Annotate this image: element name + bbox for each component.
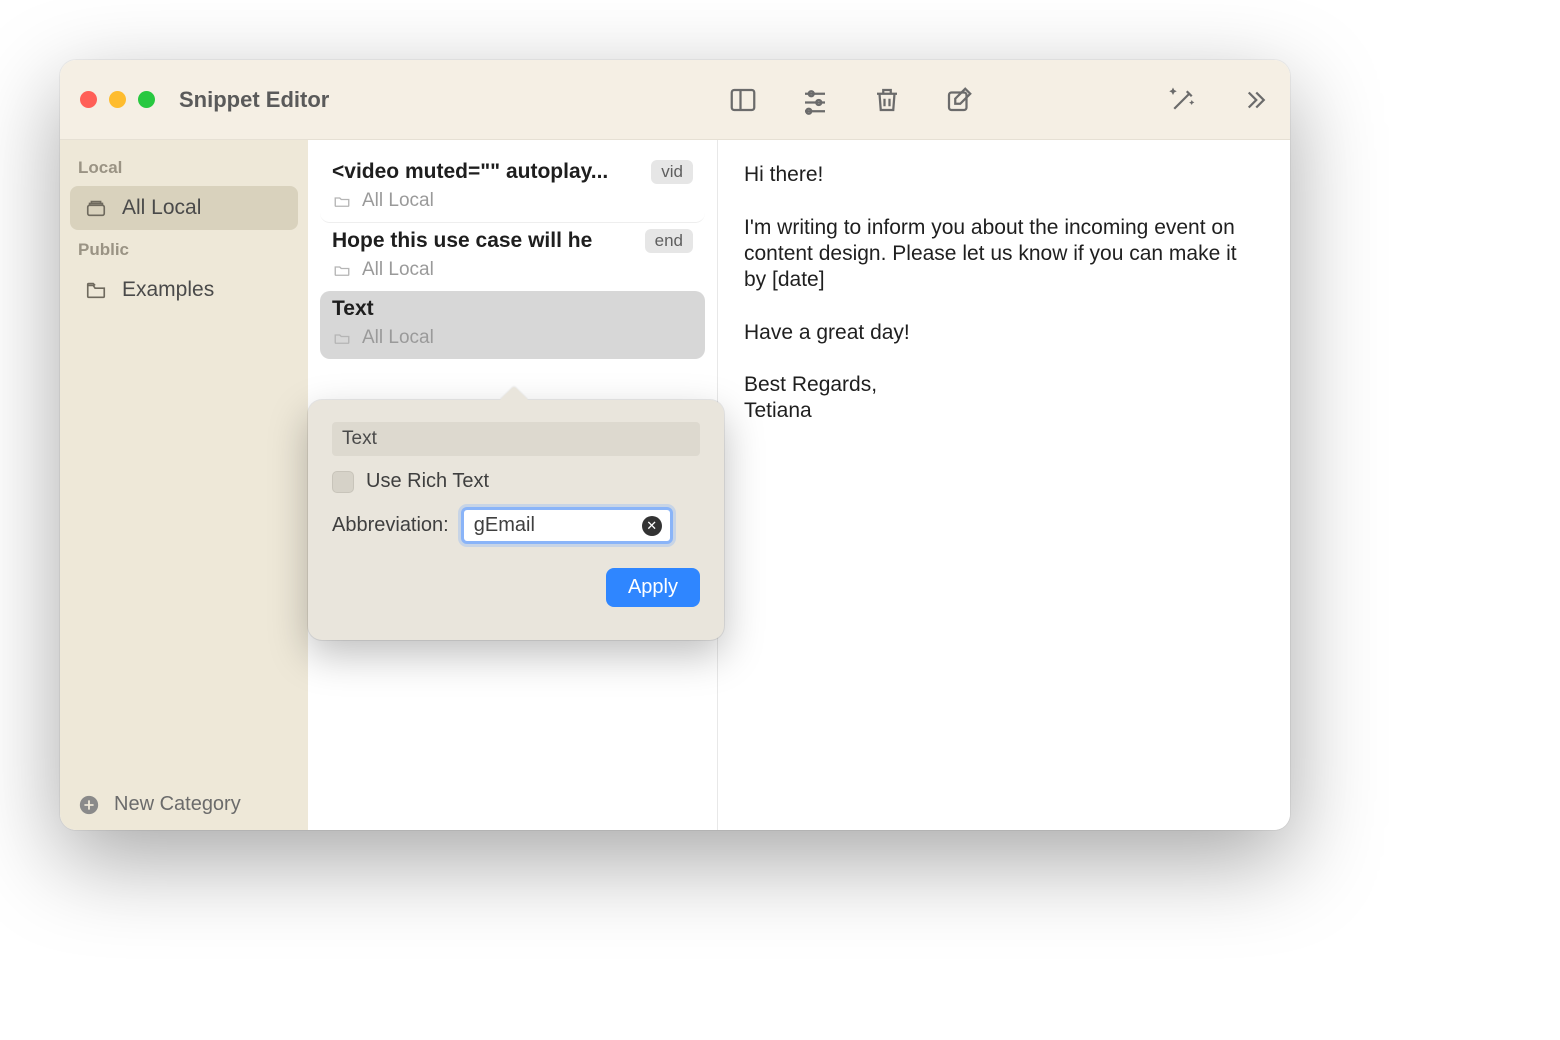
snippet-folder: All Local	[362, 259, 434, 281]
sidebar-item-all-local[interactable]: All Local	[70, 186, 298, 230]
edit-popover: Text Use Rich Text Abbreviation: gEmail …	[308, 400, 724, 640]
snippet-item[interactable]: <video muted="" autoplay... vid All Loca…	[320, 154, 705, 223]
snippet-name-input[interactable]: Text	[332, 422, 700, 456]
window-controls	[80, 91, 155, 108]
snippet-list: <video muted="" autoplay... vid All Loca…	[308, 140, 718, 830]
rich-text-row[interactable]: Use Rich Text	[332, 470, 700, 493]
folder-icon	[332, 329, 352, 347]
fullscreen-window-button[interactable]	[138, 91, 155, 108]
snippet-preview[interactable]: Hi there! I'm writing to inform you abou…	[718, 140, 1290, 830]
new-category-button[interactable]: New Category	[60, 779, 308, 830]
toolbar	[728, 85, 1270, 115]
stack-icon	[84, 197, 108, 219]
clear-icon[interactable]: ✕	[642, 516, 662, 536]
titlebar: Snippet Editor	[60, 60, 1290, 140]
folder-icon	[332, 261, 352, 279]
snippet-folder: All Local	[362, 327, 434, 349]
body: Local All Local Public Examples New Cate…	[60, 140, 1290, 830]
snippet-item[interactable]: Hope this use case will he end All Local	[320, 223, 705, 291]
sidebar-section-public: Public	[60, 232, 308, 266]
compose-icon[interactable]	[944, 85, 974, 115]
snippet-item-selected[interactable]: Text All Local	[320, 291, 705, 359]
new-category-label: New Category	[114, 793, 241, 816]
snippet-title: Hope this use case will he	[332, 229, 592, 253]
snippet-badge: vid	[651, 160, 693, 184]
close-window-button[interactable]	[80, 91, 97, 108]
minimize-window-button[interactable]	[109, 91, 126, 108]
sliders-icon[interactable]	[800, 85, 830, 115]
magic-wand-icon[interactable]	[1168, 85, 1198, 115]
sidebar-item-examples[interactable]: Examples	[70, 268, 298, 312]
sidebar-section-local: Local	[60, 150, 308, 184]
window-title: Snippet Editor	[179, 87, 329, 113]
sidebar-item-label: Examples	[122, 278, 214, 302]
plus-circle-icon	[78, 794, 100, 816]
sidebar-item-label: All Local	[122, 196, 201, 220]
folder-icon	[332, 192, 352, 210]
rich-text-checkbox[interactable]	[332, 471, 354, 493]
rich-text-label: Use Rich Text	[366, 470, 489, 493]
snippet-badge: end	[645, 229, 693, 253]
sidebar: Local All Local Public Examples New Cate…	[60, 140, 308, 830]
abbreviation-value: gEmail	[474, 514, 535, 537]
apply-button[interactable]: Apply	[606, 568, 700, 607]
snippet-title: Text	[332, 297, 374, 321]
abbreviation-label: Abbreviation:	[332, 514, 449, 537]
abbreviation-input[interactable]: gEmail ✕	[461, 507, 673, 544]
snippet-title: <video muted="" autoplay...	[332, 160, 608, 184]
sidebar-toggle-icon[interactable]	[728, 85, 758, 115]
snippet-folder: All Local	[362, 190, 434, 212]
folder-icon	[84, 279, 108, 301]
app-window: Snippet Editor Loc	[60, 60, 1290, 830]
trash-icon[interactable]	[872, 85, 902, 115]
overflow-icon[interactable]	[1240, 85, 1270, 115]
